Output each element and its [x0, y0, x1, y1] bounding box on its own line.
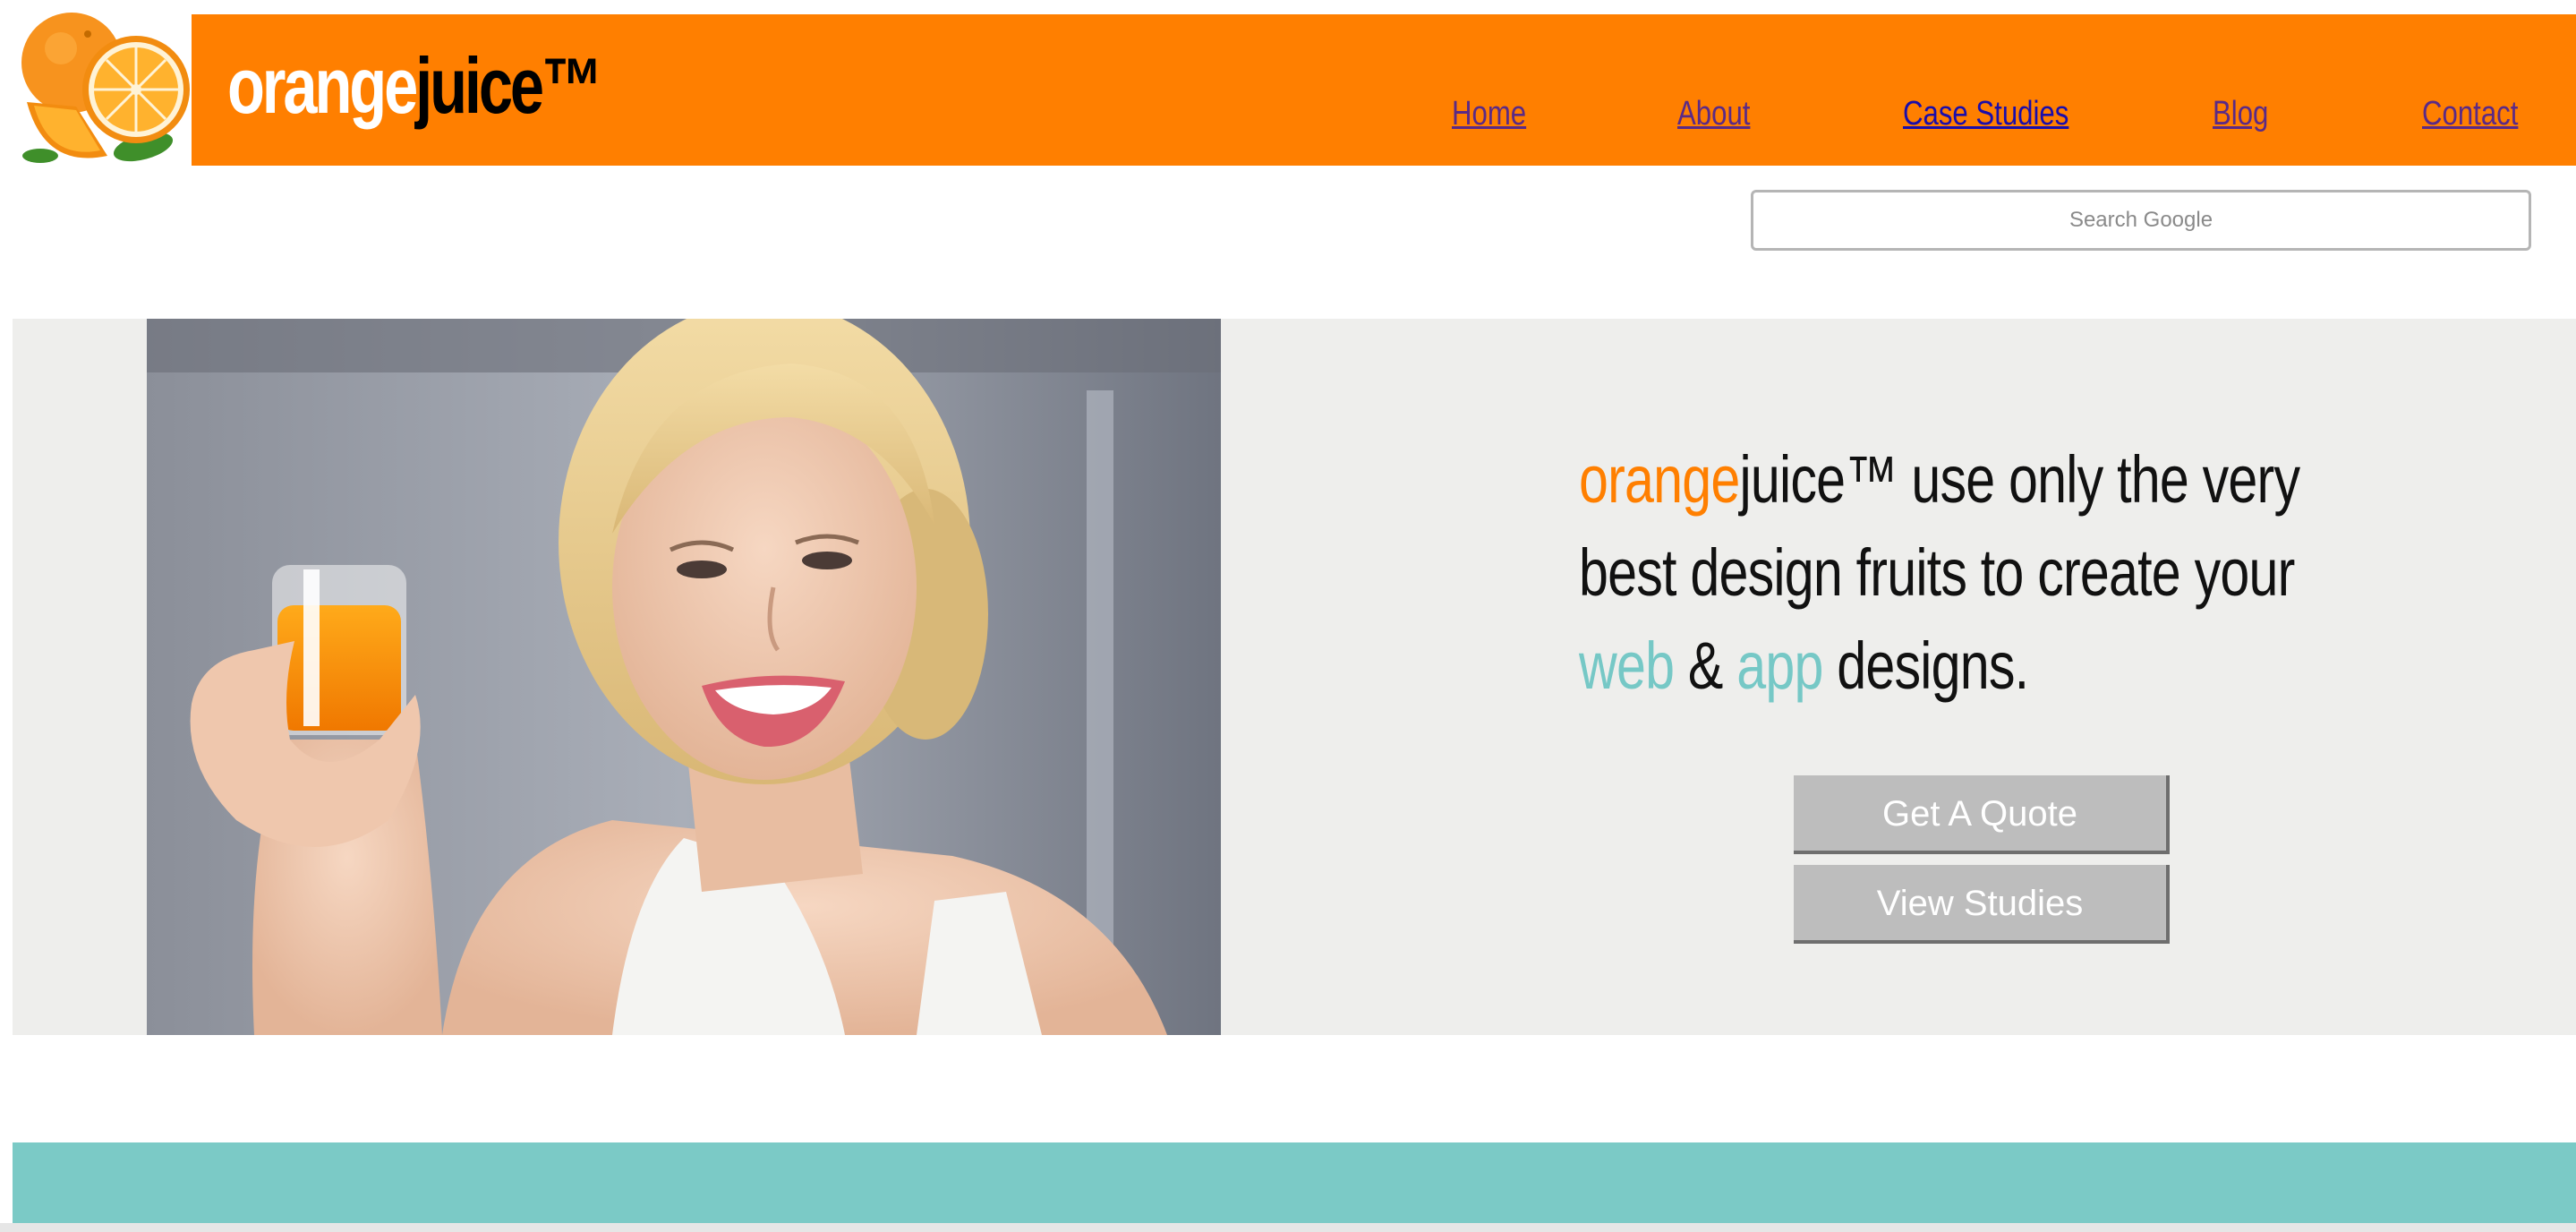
search-input[interactable] — [1751, 190, 2531, 251]
brand-name[interactable]: orangejuice™ — [227, 41, 603, 131]
nav-case-studies[interactable]: Case Studies — [1903, 91, 2068, 136]
header-bar: orangejuice™ Home About Case Studies Blo… — [192, 14, 2576, 166]
headline-web: web — [1579, 629, 1675, 703]
bottom-divider — [0, 1223, 2576, 1232]
nav-home[interactable]: Home — [1452, 91, 1526, 136]
page: orangejuice™ Home About Case Studies Blo… — [0, 0, 2576, 1232]
nav-about[interactable]: About — [1677, 91, 1750, 136]
nav-blog[interactable]: Blog — [2213, 91, 2268, 136]
get-a-quote-button[interactable]: Get A Quote — [1794, 775, 2170, 854]
teal-band — [13, 1142, 2576, 1232]
headline-orange: orange — [1579, 442, 1740, 517]
hero-section: orangejuice™ use only the very best desi… — [13, 319, 2576, 1035]
headline-amp: & — [1674, 629, 1737, 703]
orange-logo-icon[interactable] — [9, 13, 192, 167]
nav-contact[interactable]: Contact — [2422, 91, 2518, 136]
brand-part-orange: orange — [227, 41, 418, 130]
brand-part-juice: juice™ — [415, 41, 602, 130]
hero-photo — [147, 319, 1221, 1035]
headline-app: app — [1736, 629, 1823, 703]
view-studies-button[interactable]: View Studies — [1794, 865, 2170, 944]
headline-juice: juice™ use only the very — [1739, 442, 2301, 517]
hero-headline: orangejuice™ use only the very best desi… — [1579, 433, 2300, 713]
headline-line-3: web & app designs. — [1579, 620, 2295, 713]
headline-tail: designs. — [1822, 629, 2029, 703]
headline-line-1: orangejuice™ use only the very — [1579, 433, 2300, 526]
headline-line-2: best design fruits to create your — [1579, 535, 2295, 610]
